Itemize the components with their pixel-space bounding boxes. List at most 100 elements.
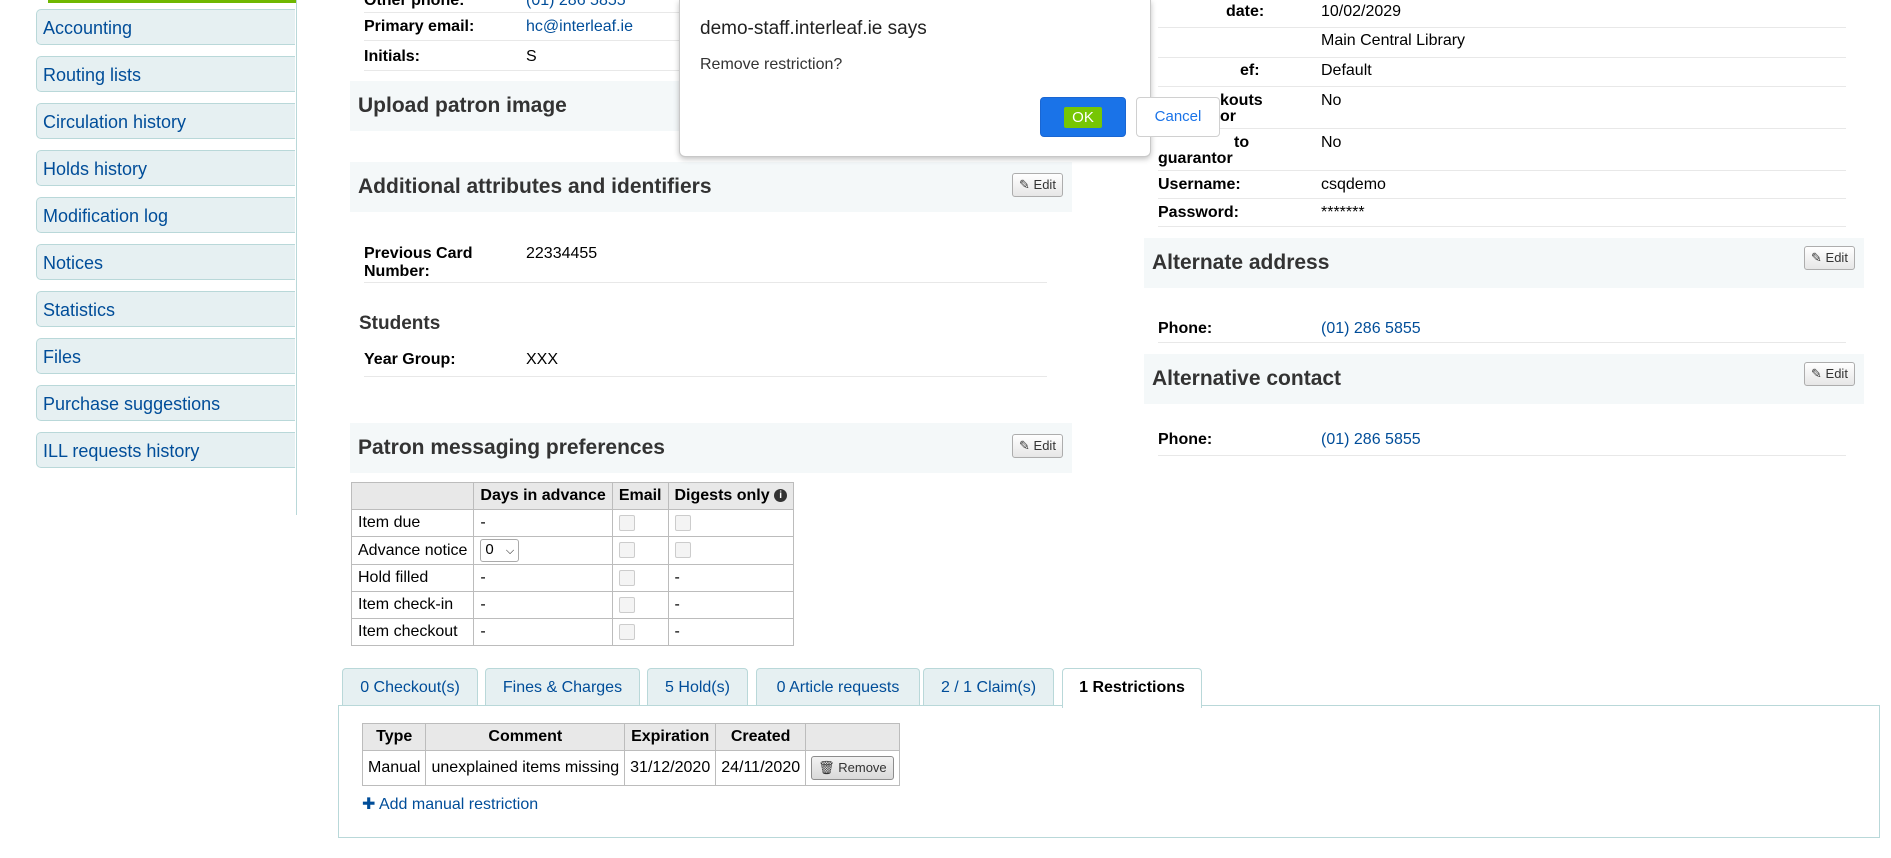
library-value: Main Central Library: [1321, 32, 1466, 49]
edit-alternate-address-button[interactable]: ✎ Edit: [1804, 246, 1855, 270]
username-value: csqdemo: [1321, 176, 1386, 193]
table-row: Item checkout - -: [350, 618, 795, 646]
username-label: Username:: [1158, 176, 1241, 193]
email-cell: [611, 536, 669, 565]
tab-article-requests[interactable]: 0 Article requests: [756, 668, 920, 706]
email-checkbox[interactable]: [618, 623, 635, 640]
add-manual-restriction-link[interactable]: ✚ Add manual restriction: [362, 794, 538, 814]
email-cell: [611, 618, 669, 646]
days-select-value: 0: [485, 541, 494, 558]
cancel-button[interactable]: Cancel: [1136, 97, 1220, 137]
edit-messaging-button[interactable]: ✎ Edit: [1012, 434, 1063, 458]
messaging-preferences-heading: Patron messaging preferences: [350, 423, 1072, 473]
sidebar-item-circulation-history[interactable]: Circulation history: [36, 103, 295, 139]
username-row: Username: csqdemo: [1158, 176, 1846, 199]
restriction-comment: unexplained items missing: [425, 750, 626, 786]
initials-row: Initials: S: [364, 48, 694, 71]
email-cell: [611, 509, 669, 537]
sidebar-item-ill-requests-history[interactable]: ILL requests history: [36, 432, 295, 468]
password-row: Password: *******: [1158, 204, 1846, 227]
digest-checkbox[interactable]: [674, 542, 691, 559]
sidebar-item-holds-history[interactable]: Holds history: [36, 150, 295, 186]
trash-icon: 🗑: [818, 760, 835, 775]
fines-guarantor-row: to guarantor No: [1158, 134, 1846, 171]
alternative-contact-title: Alternative contact: [1152, 367, 1342, 390]
table-header: Created: [715, 723, 807, 751]
other-phone-label: Other phone:: [364, 0, 465, 9]
table-row: Advance notice 0 ⌵: [350, 536, 795, 565]
email-cell: [611, 591, 669, 619]
remove-restriction-button[interactable]: 🗑 Remove: [811, 756, 894, 780]
year-group-row: Year Group: XXX: [364, 351, 1047, 377]
alternative-contact-phone-row: Phone: (01) 286 5855: [1158, 431, 1846, 456]
edit-alternate-address-label: Edit: [1825, 250, 1848, 265]
table-header-row: Type Comment Expiration Created: [361, 723, 900, 751]
table-row: Manual unexplained items missing 31/12/2…: [361, 750, 900, 786]
edit-alternative-contact-button[interactable]: ✎ Edit: [1804, 362, 1855, 386]
sidebar-item-purchase-suggestions[interactable]: Purchase suggestions: [36, 385, 295, 421]
patron-menu: Accounting Routing lists Circulation his…: [36, 0, 297, 515]
info-circle-icon[interactable]: i: [774, 489, 788, 503]
fines-guarantor-label-1: to: [1234, 134, 1250, 151]
tab-holds[interactable]: 5 Hold(s): [647, 668, 748, 706]
digest-checkbox[interactable]: [674, 514, 691, 531]
tab-restrictions[interactable]: 1 Restrictions: [1062, 668, 1202, 708]
email-checkbox[interactable]: [618, 596, 635, 613]
alternate-phone-label: Phone:: [1158, 320, 1213, 337]
messaging-preferences-table: Days in advance Email Digests only i Ite…: [350, 482, 795, 646]
digest-cell: -: [667, 591, 795, 619]
sidebar-item-modification-log[interactable]: Modification log: [36, 197, 295, 233]
fines-guarantor-value: No: [1321, 134, 1342, 151]
table-header: Email: [611, 482, 669, 510]
message-type: Advance notice: [350, 536, 475, 565]
table-header: Days in advance: [473, 482, 613, 510]
messaging-pref-value: Default: [1321, 62, 1372, 79]
nav-active-bar: [48, 0, 296, 3]
sidebar-item-statistics[interactable]: Statistics: [36, 291, 295, 327]
ok-label: OK: [1064, 107, 1102, 128]
email-cell: [611, 564, 669, 592]
pencil-icon: ✎: [1811, 250, 1822, 265]
edit-alternative-contact-label: Edit: [1825, 366, 1848, 381]
show-checkouts-value: No: [1321, 92, 1342, 109]
days-in-advance: -: [473, 618, 613, 646]
sidebar-item-files[interactable]: Files: [36, 338, 295, 374]
chevron-down-icon: ⌵: [505, 545, 515, 557]
email-checkbox[interactable]: [618, 542, 635, 559]
email-checkbox[interactable]: [618, 569, 635, 586]
add-manual-restriction-label: Add manual restriction: [378, 796, 539, 813]
table-header: Expiration: [624, 723, 717, 751]
email-checkbox[interactable]: [618, 514, 635, 531]
tab-checkouts[interactable]: 0 Checkout(s): [342, 668, 478, 706]
message-type: Item check-in: [350, 591, 475, 619]
edit-attributes-label: Edit: [1033, 177, 1056, 192]
digest-cell: -: [667, 564, 795, 592]
table-header: Type: [361, 723, 427, 751]
password-value: *******: [1321, 204, 1365, 221]
edit-attributes-button[interactable]: ✎ Edit: [1012, 173, 1063, 197]
sidebar-item-accounting[interactable]: Accounting: [36, 9, 295, 45]
primary-email-value[interactable]: hc@interleaf.ie: [526, 18, 633, 36]
tab-fines-charges[interactable]: Fines & Charges: [485, 668, 640, 706]
alternate-phone-value[interactable]: (01) 286 5855: [1321, 320, 1421, 338]
primary-email-row: Primary email: hc@interleaf.ie: [364, 18, 694, 41]
upload-patron-image-heading: Upload patron image: [350, 81, 680, 131]
other-phone-value[interactable]: (01) 286 5855: [526, 0, 626, 10]
password-label: Password:: [1158, 204, 1239, 221]
table-row: Item due -: [350, 509, 795, 537]
digests-header-label: Digests only: [674, 487, 770, 504]
alternative-contact-phone-value[interactable]: (01) 286 5855: [1321, 431, 1421, 449]
alternate-phone-row: Phone: (01) 286 5855: [1158, 320, 1846, 343]
sidebar-item-routing-lists[interactable]: Routing lists: [36, 56, 295, 92]
sidebar-item-notices[interactable]: Notices: [36, 244, 295, 280]
restriction-type: Manual: [361, 750, 427, 786]
messaging-preferences-title: Patron messaging preferences: [358, 436, 665, 459]
tab-claims[interactable]: 2 / 1 Claim(s): [923, 668, 1054, 706]
expiry-value: 10/02/2029: [1321, 3, 1402, 20]
messaging-pref-row: ef: Default: [1158, 62, 1846, 87]
table-row: Hold filled - -: [350, 564, 795, 592]
expiry-row: date: 10/02/2029: [1158, 3, 1846, 28]
days-select[interactable]: 0 ⌵: [480, 539, 520, 562]
confirm-dialog: demo-staff.interleaf.ie says Remove rest…: [679, 0, 1220, 157]
ok-button[interactable]: OK: [1040, 97, 1126, 137]
